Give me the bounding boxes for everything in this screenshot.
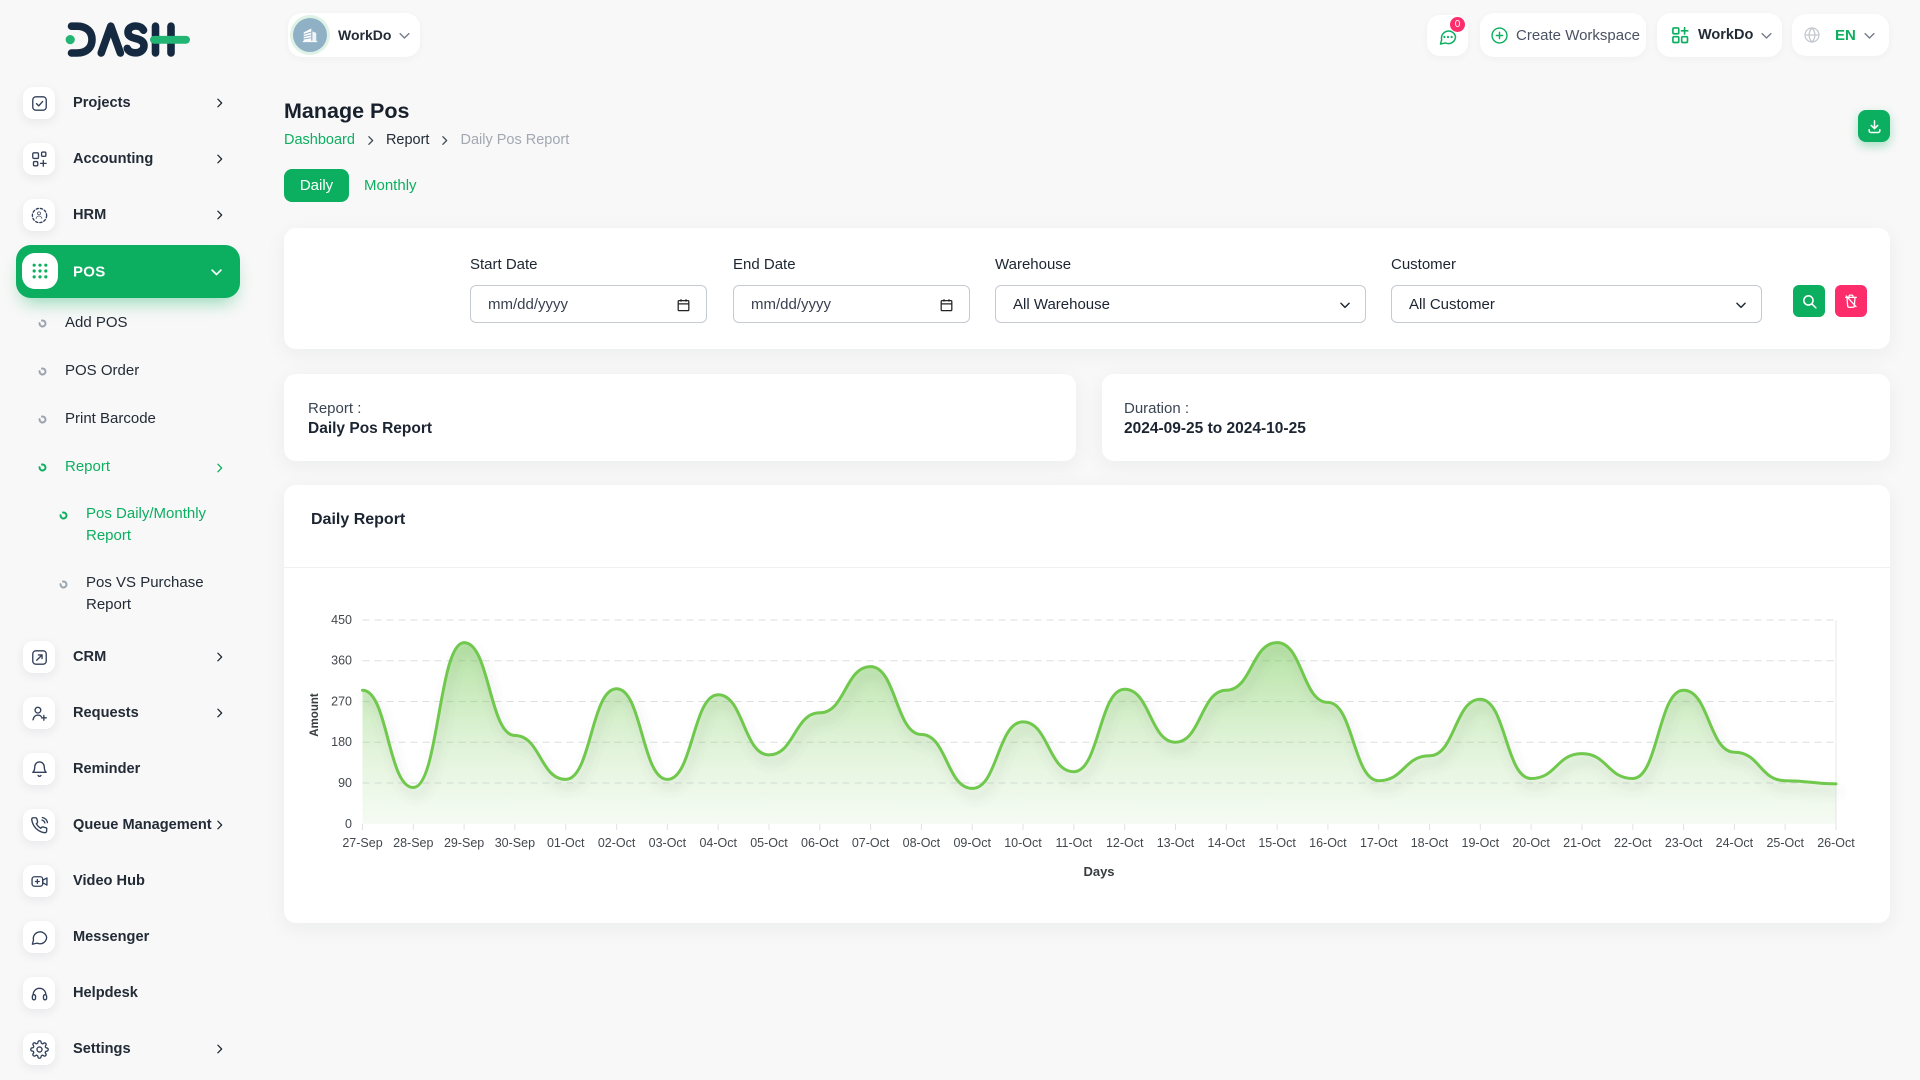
svg-text:22-Oct: 22-Oct bbox=[1614, 836, 1652, 850]
svg-text:07-Oct: 07-Oct bbox=[852, 836, 890, 850]
svg-text:26-Oct: 26-Oct bbox=[1817, 836, 1855, 850]
svg-text:27-Sep: 27-Sep bbox=[342, 836, 382, 850]
svg-text:30-Sep: 30-Sep bbox=[495, 836, 535, 850]
svg-text:29-Sep: 29-Sep bbox=[444, 836, 484, 850]
svg-text:10-Oct: 10-Oct bbox=[1004, 836, 1042, 850]
svg-text:16-Oct: 16-Oct bbox=[1309, 836, 1347, 850]
svg-text:15-Oct: 15-Oct bbox=[1258, 836, 1296, 850]
svg-text:11-Oct: 11-Oct bbox=[1056, 836, 1093, 850]
svg-text:14-Oct: 14-Oct bbox=[1208, 836, 1246, 850]
svg-text:09-Oct: 09-Oct bbox=[953, 836, 991, 850]
svg-text:17-Oct: 17-Oct bbox=[1360, 836, 1398, 850]
svg-text:Amount: Amount bbox=[309, 693, 321, 737]
svg-text:270: 270 bbox=[331, 695, 352, 709]
svg-text:90: 90 bbox=[338, 776, 352, 790]
svg-text:18-Oct: 18-Oct bbox=[1411, 836, 1449, 850]
svg-text:25-Oct: 25-Oct bbox=[1766, 836, 1804, 850]
svg-text:13-Oct: 13-Oct bbox=[1157, 836, 1195, 850]
svg-text:450: 450 bbox=[331, 613, 352, 627]
svg-text:05-Oct: 05-Oct bbox=[750, 836, 788, 850]
svg-text:180: 180 bbox=[331, 735, 352, 749]
svg-text:20-Oct: 20-Oct bbox=[1512, 836, 1550, 850]
svg-text:24-Oct: 24-Oct bbox=[1716, 836, 1754, 850]
svg-text:06-Oct: 06-Oct bbox=[801, 836, 839, 850]
svg-text:02-Oct: 02-Oct bbox=[598, 836, 636, 850]
svg-text:04-Oct: 04-Oct bbox=[699, 836, 737, 850]
svg-text:01-Oct: 01-Oct bbox=[547, 836, 585, 850]
svg-text:08-Oct: 08-Oct bbox=[903, 836, 941, 850]
svg-text:12-Oct: 12-Oct bbox=[1106, 836, 1144, 850]
svg-text:21-Oct: 21-Oct bbox=[1563, 836, 1601, 850]
svg-text:28-Sep: 28-Sep bbox=[393, 836, 433, 850]
svg-text:Days: Days bbox=[1083, 864, 1114, 879]
svg-text:0: 0 bbox=[345, 817, 352, 831]
svg-text:23-Oct: 23-Oct bbox=[1665, 836, 1703, 850]
svg-text:19-Oct: 19-Oct bbox=[1462, 836, 1500, 850]
svg-text:03-Oct: 03-Oct bbox=[649, 836, 687, 850]
svg-text:360: 360 bbox=[331, 654, 352, 668]
